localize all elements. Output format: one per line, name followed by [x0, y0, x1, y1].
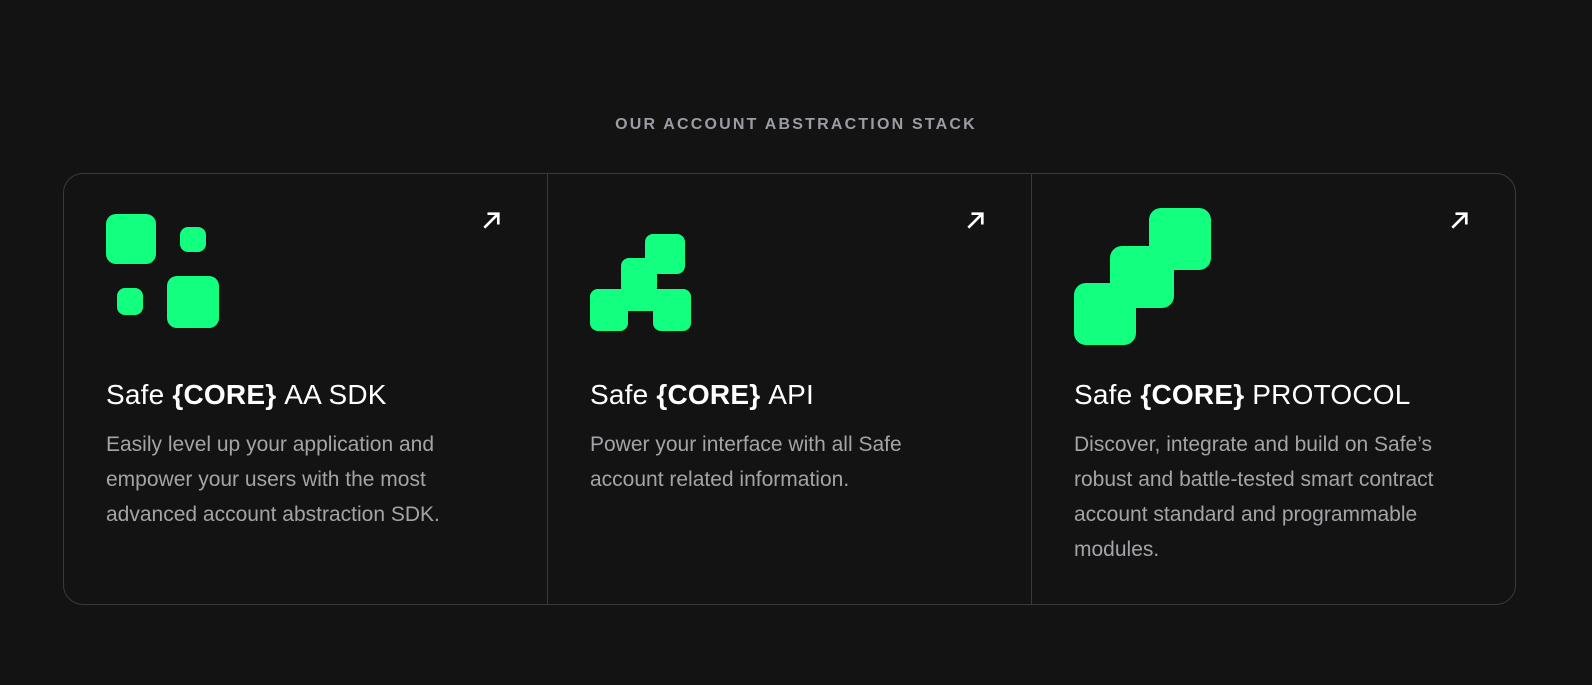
external-link-arrow-icon[interactable] — [480, 209, 503, 232]
card-title-suffix: PROTOCOL — [1252, 379, 1410, 410]
external-link-arrow-icon[interactable] — [1448, 209, 1471, 232]
card-title: Safe {CORE} PROTOCOL — [1074, 379, 1471, 411]
card-title: Safe {CORE} API — [590, 379, 987, 411]
aa-stack-cards: Safe {CORE} AA SDK Easily level up your ap… — [63, 173, 1516, 605]
card-title-prefix: Safe — [590, 379, 648, 410]
card-description: Discover, integrate and build on Safe’s … — [1074, 427, 1471, 567]
arrow-up-right-glyph — [964, 209, 987, 232]
card-title-prefix: Safe — [106, 379, 164, 410]
external-link-arrow-icon[interactable] — [964, 209, 987, 232]
section-label: OUR ACCOUNT ABSTRACTION STACK — [0, 116, 1592, 134]
card-title-core: {CORE} — [656, 379, 760, 410]
card-title-suffix: AA SDK — [284, 379, 386, 410]
card-title-core: {CORE} — [172, 379, 276, 410]
pixel-figure-glyph — [590, 234, 691, 331]
pixel-stairs-glyph — [1074, 208, 1211, 345]
card-title: Safe {CORE} AA SDK — [106, 379, 503, 411]
card-title-suffix: API — [768, 379, 814, 410]
card-description: Easily level up your application and emp… — [106, 427, 503, 532]
card-safe-core-api[interactable]: Safe {CORE} API Power your interface with … — [547, 174, 1031, 604]
pixel-stairs-icon — [1074, 208, 1471, 379]
scattered-squares-icon — [106, 208, 503, 379]
card-safe-core-protocol[interactable]: Safe {CORE} PROTOCOL Discover, integrate a… — [1031, 174, 1515, 604]
arrow-up-right-glyph — [1448, 209, 1471, 232]
card-title-prefix: Safe — [1074, 379, 1132, 410]
scattered-squares-glyph — [106, 214, 219, 328]
card-description: Power your interface with all Safe accou… — [590, 427, 987, 497]
pixel-figure-icon — [590, 208, 987, 379]
card-safe-core-aa-sdk[interactable]: Safe {CORE} AA SDK Easily level up your ap… — [64, 174, 547, 604]
card-title-core: {CORE} — [1140, 379, 1244, 410]
arrow-up-right-glyph — [480, 209, 503, 232]
